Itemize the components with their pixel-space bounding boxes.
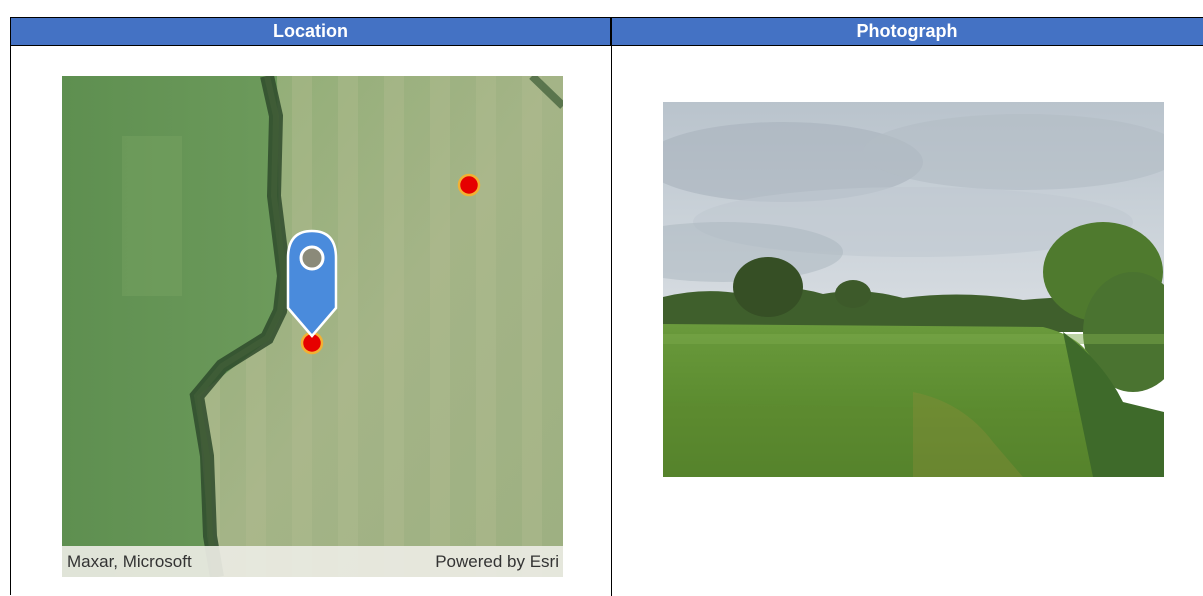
location-photo-table: Location Photograph Maxar, Microsoft Pow… [10,17,1203,596]
location-column-header: Location [11,18,611,46]
attribution-source: Maxar, Microsoft [67,551,192,571]
location-pin-icon[interactable] [286,229,338,338]
photograph-column-header: Photograph [611,18,1203,46]
site-photograph [663,102,1164,477]
map-attribution: Maxar, Microsoft Powered by Esri [62,546,563,577]
column-divider [611,18,612,596]
landscape-photo-icon [663,102,1164,477]
location-map[interactable]: Maxar, Microsoft Powered by Esri [62,76,563,577]
map-overlay [286,173,481,355]
survey-point-marker[interactable] [457,173,481,197]
powered-by-esri-link[interactable]: Powered by Esri [435,552,559,572]
